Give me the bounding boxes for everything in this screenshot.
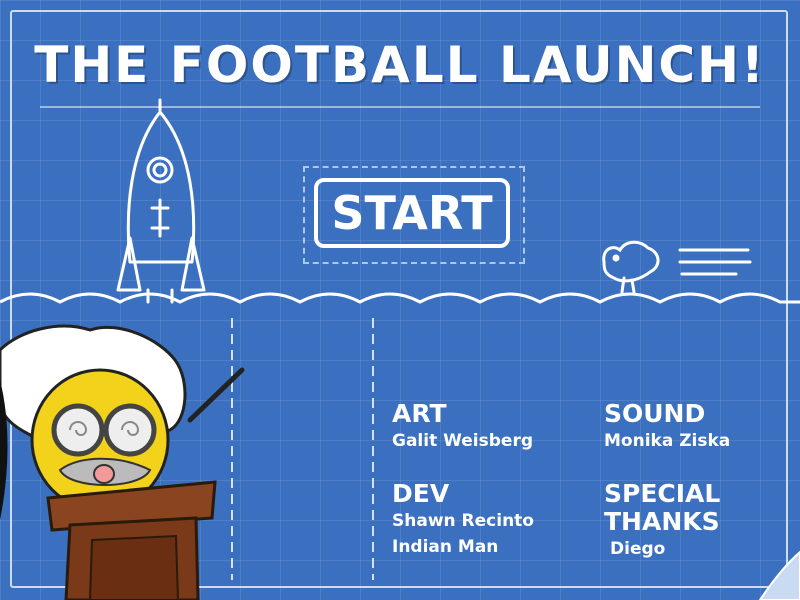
credits-special-name: Diego (610, 539, 666, 559)
credits-art: ART Galit Weisberg (392, 400, 533, 454)
credits-dev-name-1: Shawn Recinto (392, 511, 534, 531)
credits-dev: DEV Shawn Recinto Indian Man (392, 480, 534, 560)
credits-sound-heading: SOUND (604, 399, 706, 428)
credits-art-name: Galit Weisberg (392, 431, 533, 451)
start-button[interactable]: START (314, 178, 510, 248)
rocket-icon (116, 98, 206, 304)
credits-dev-name-2: Indian Man (392, 537, 499, 557)
ground-line (0, 292, 800, 304)
credits-special-heading-2: THANKS (604, 507, 720, 536)
credits-sound: SOUND Monika Ziska (604, 400, 730, 454)
podium-icon (46, 480, 217, 600)
page-curl-icon (758, 550, 800, 600)
credits-special: SPECIAL THANKS Diego (604, 480, 720, 562)
start-button-label: START (331, 186, 493, 240)
credits-dev-heading: DEV (392, 479, 450, 508)
credits-sound-name: Monika Ziska (604, 431, 731, 451)
credits-special-heading-1: SPECIAL (604, 479, 721, 508)
credits-art-heading: ART (392, 399, 447, 428)
bird-icon (602, 240, 752, 294)
